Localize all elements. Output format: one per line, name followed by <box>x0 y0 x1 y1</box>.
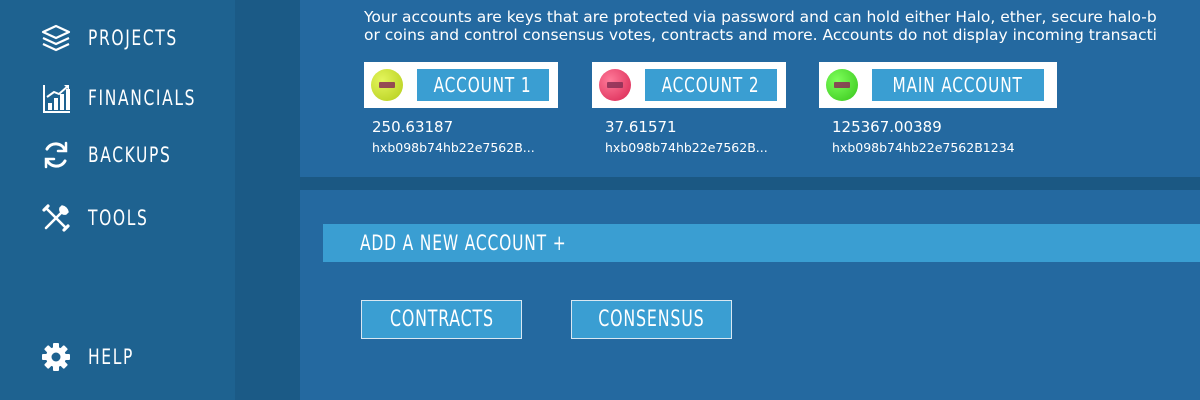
refresh-icon <box>38 137 74 173</box>
sidebar-item-financials[interactable]: FINANCIALS <box>38 80 238 116</box>
gear-icon <box>38 339 74 375</box>
description-line: or coins and control consensus votes, co… <box>364 26 1157 44</box>
sidebar-item-label: FINANCIALS <box>88 86 197 110</box>
coin-icon <box>371 69 403 101</box>
tools-icon <box>38 200 74 236</box>
sidebar-item-label: PROJECTS <box>88 26 178 50</box>
account-address: hxb098b74hb22e7562B... <box>372 140 535 155</box>
account-name-button[interactable]: ACCOUNT 2 <box>645 69 777 101</box>
account-name: ACCOUNT 1 <box>434 73 532 97</box>
contracts-button[interactable]: CONTRACTS <box>361 300 522 339</box>
account-name-button[interactable]: ACCOUNT 1 <box>417 69 549 101</box>
account-card-2[interactable]: ACCOUNT 2 <box>592 62 786 108</box>
sidebar-item-label: TOOLS <box>88 206 149 230</box>
account-card-main[interactable]: MAIN ACCOUNT <box>819 62 1057 108</box>
sidebar-item-projects[interactable]: PROJECTS <box>38 20 238 56</box>
account-name-button[interactable]: MAIN ACCOUNT <box>872 69 1044 101</box>
layers-icon <box>38 20 74 56</box>
consensus-button[interactable]: CONSENSUS <box>571 300 732 339</box>
add-account-label: ADD A NEW ACCOUNT + <box>360 231 567 255</box>
accounts-description: Your accounts are keys that are protecte… <box>364 8 1200 44</box>
account-balance: 250.63187 <box>372 118 454 136</box>
add-account-button[interactable]: ADD A NEW ACCOUNT + <box>323 224 1200 262</box>
actions-panel <box>300 190 1200 400</box>
account-name: MAIN ACCOUNT <box>892 73 1024 97</box>
coin-icon <box>826 69 858 101</box>
account-name: ACCOUNT 2 <box>662 73 760 97</box>
sidebar-item-tools[interactable]: TOOLS <box>38 200 238 236</box>
sidebar-item-label: HELP <box>88 345 134 369</box>
sidebar-item-help[interactable]: HELP <box>38 339 238 375</box>
coin-icon <box>599 69 631 101</box>
sidebar-item-label: BACKUPS <box>88 143 172 167</box>
account-balance: 125367.00389 <box>832 118 942 136</box>
account-address: hxb098b74hb22e7562B1234 <box>832 140 1015 155</box>
account-card-1[interactable]: ACCOUNT 1 <box>364 62 558 108</box>
consensus-label: CONSENSUS <box>598 307 705 332</box>
description-line: Your accounts are keys that are protecte… <box>364 8 1157 26</box>
sidebar-item-backups[interactable]: BACKUPS <box>38 137 238 173</box>
panel-divider <box>300 177 1200 190</box>
contracts-label: CONTRACTS <box>389 307 494 332</box>
account-balance: 37.61571 <box>605 118 677 136</box>
sidebar-strip <box>235 0 300 400</box>
account-address: hxb098b74hb22e7562B... <box>605 140 768 155</box>
bar-chart-icon <box>38 80 74 116</box>
